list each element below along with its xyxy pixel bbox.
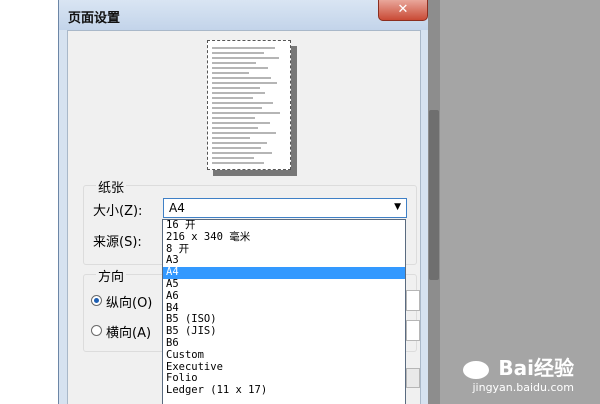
dropdown-option[interactable]: A3 [163,255,405,267]
watermark-url: jingyan.baidu.com [472,381,574,394]
close-button[interactable]: ✕ [378,0,428,21]
background-left [0,0,58,404]
scrollbar-thumb[interactable] [429,110,439,280]
dropdown-option[interactable]: Executive [163,361,405,374]
margin-field-bottom[interactable] [406,320,420,341]
dropdown-option[interactable]: B6 [163,337,405,350]
paw-icon [463,360,490,379]
dropdown-option[interactable]: 216 x 340 毫米 [163,231,405,244]
dialog-button-edge[interactable] [406,368,420,388]
dropdown-option[interactable]: A5 [163,278,405,291]
background-right [440,0,600,404]
title-bar: 页面设置 ✕ [59,0,428,30]
dropdown-option[interactable]: 8 开 [163,243,405,256]
landscape-label[interactable]: 横向(A) [106,322,151,341]
watermark-logo: Bai经验 [461,352,574,381]
chevron-down-icon: ▼ [394,202,401,212]
dialog-title: 页面设置 [68,11,121,26]
paper-group-title: 纸张 [96,177,127,196]
close-icon: ✕ [397,2,409,17]
page-preview [207,40,291,170]
margin-field-top[interactable] [406,290,420,311]
dropdown-option[interactable]: Ledger (11 x 17) [163,384,405,397]
paper-source-label: 来源(S): [93,235,142,250]
watermark-logo-text: Bai经验 [498,356,574,380]
portrait-radio[interactable] [91,295,102,306]
paper-size-label: 大小(Z): [93,204,143,219]
dropdown-option[interactable]: B5 (JIS) [163,325,405,338]
paper-size-value: A4 [169,201,185,215]
landscape-radio[interactable] [91,325,102,336]
paper-size-select[interactable]: A4 ▼ [163,198,407,218]
portrait-label[interactable]: 纵向(O) [106,292,152,311]
dropdown-option[interactable]: A4 [163,266,405,279]
baidu-jingyan-watermark: Bai经验 jingyan.baidu.com [461,352,574,394]
dropdown-option[interactable]: A6 [163,290,405,303]
dropdown-option[interactable]: Custom [163,349,405,362]
orientation-group-title: 方向 [96,266,127,285]
paper-size-dropdown-list[interactable]: 16 开 216 x 340 毫米 8 开 A3 A4 A5 A6 B4 B5 (ISO) B5 … [162,219,406,404]
